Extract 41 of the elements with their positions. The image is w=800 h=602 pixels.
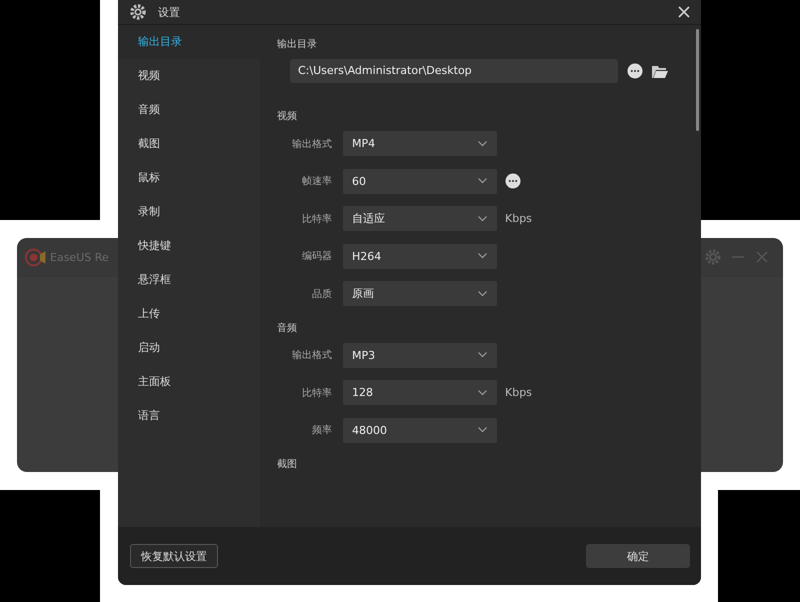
more-icon[interactable] xyxy=(627,63,643,79)
field-label: 比特率 xyxy=(301,212,332,226)
unit-label: Kbps xyxy=(505,212,532,225)
reset-defaults-button[interactable]: 恢复默认设置 xyxy=(130,544,218,568)
field-label: 帧速率 xyxy=(301,174,332,188)
chevron-icon xyxy=(478,427,487,433)
path-field[interactable]: C:\Users\Administrator\Desktop xyxy=(290,59,618,83)
scrollbar-thumb[interactable] xyxy=(696,29,699,131)
chevron-icon xyxy=(478,178,487,184)
dropdown[interactable]: 原画 xyxy=(343,281,497,306)
chevron-icon xyxy=(478,352,487,358)
chevron-icon xyxy=(478,216,487,222)
field-label: 频率 xyxy=(311,424,332,437)
field-label: 输出格式 xyxy=(291,138,332,150)
field-label: 编码器 xyxy=(301,250,332,263)
settings-icon xyxy=(130,4,146,20)
chevron-icon xyxy=(478,253,487,259)
dropdown[interactable]: 128 xyxy=(343,380,497,405)
dropdown[interactable]: H264 xyxy=(343,244,497,268)
unit-label: Kbps xyxy=(505,386,532,399)
field-label: 品质 xyxy=(311,288,332,300)
section-heading: 视频 xyxy=(277,110,298,124)
chevron-icon xyxy=(478,140,487,146)
record-logo-icon xyxy=(25,248,47,266)
chevron-icon xyxy=(478,390,487,396)
sidebar-item[interactable]: 输出目录 xyxy=(118,25,260,59)
field-label: 输出格式 xyxy=(291,348,332,362)
dialog-title: 设置 xyxy=(158,4,180,20)
field-label: 比特率 xyxy=(301,386,332,400)
more-icon[interactable] xyxy=(505,173,521,189)
section-heading: 输出目录 xyxy=(277,38,318,52)
section-heading: 截图 xyxy=(277,458,298,472)
dropdown[interactable]: 自适应 xyxy=(343,206,497,231)
folder-icon[interactable] xyxy=(652,64,668,78)
section-heading: 音频 xyxy=(277,322,298,336)
dropdown[interactable]: 48000 xyxy=(343,418,497,442)
chevron-icon xyxy=(478,290,487,296)
ok-button[interactable]: 确定 xyxy=(586,544,690,568)
dropdown[interactable]: 60 xyxy=(343,168,497,194)
dropdown[interactable]: MP4 xyxy=(343,131,497,156)
dropdown[interactable]: MP3 xyxy=(343,342,497,368)
